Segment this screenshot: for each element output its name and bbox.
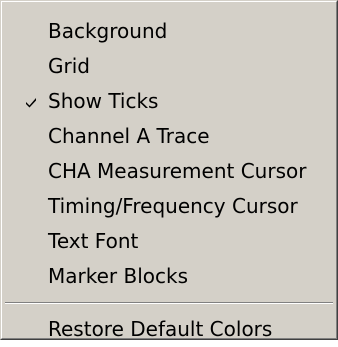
menu-item-label: Background [48, 19, 168, 43]
menu-item-label: CHA Measurement Cursor [48, 159, 307, 183]
menu-item-marker-blocks[interactable]: Marker Blocks [2, 259, 336, 294]
menu-item-timing-frequency-cursor[interactable]: Timing/Frequency Cursor [2, 189, 336, 224]
menu-separator [5, 302, 333, 304]
menu-item-label: Restore Default Colors [48, 317, 273, 341]
checkmark-icon [20, 84, 42, 119]
menu-item-channel-a-trace[interactable]: Channel A Trace [2, 119, 336, 154]
menu-item-label: Marker Blocks [48, 264, 188, 288]
menu-item-background[interactable]: Background [2, 14, 336, 49]
menu-item-restore-default-colors[interactable]: Restore Default Colors [2, 312, 336, 347]
menu-item-grid[interactable]: Grid [2, 49, 336, 84]
menu-item-label: Text Font [48, 229, 139, 253]
context-menu: Background Grid Show Ticks Channel A Tra… [0, 0, 338, 341]
menu-item-show-ticks[interactable]: Show Ticks [2, 84, 336, 119]
menu-item-label: Timing/Frequency Cursor [48, 194, 298, 218]
menu-item-label: Show Ticks [48, 89, 159, 113]
menu-item-label: Grid [48, 54, 90, 78]
checkmark-icon-glyph [26, 97, 36, 107]
menu-item-cha-measurement-cursor[interactable]: CHA Measurement Cursor [2, 154, 336, 189]
menu-item-label: Channel A Trace [48, 124, 210, 148]
menu-item-text-font[interactable]: Text Font [2, 224, 336, 259]
context-menu-body: Background Grid Show Ticks Channel A Tra… [1, 1, 337, 341]
